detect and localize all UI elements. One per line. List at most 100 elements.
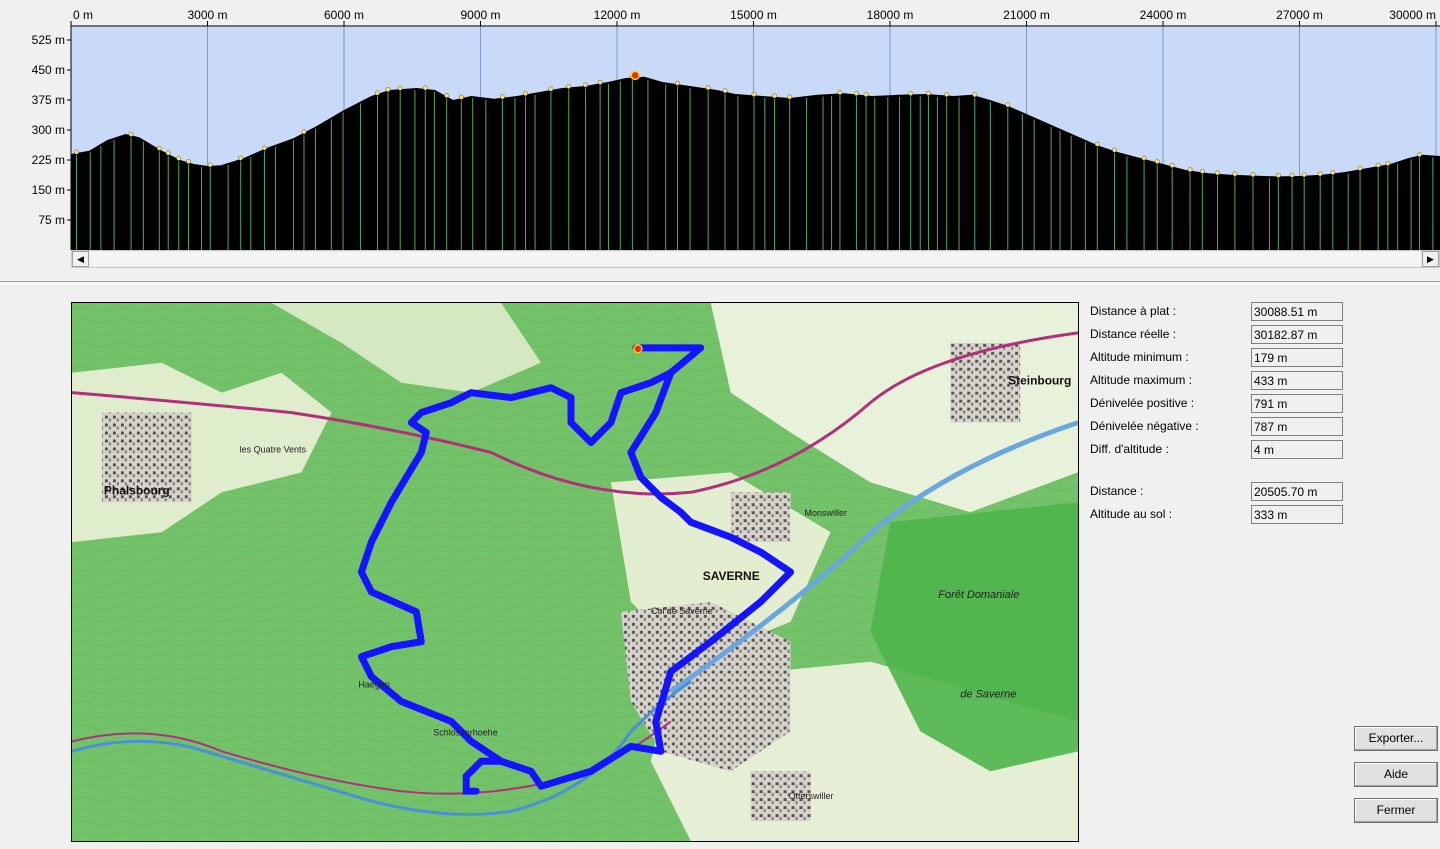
waypoint-dot [1112,147,1117,153]
x-tick-label: 27000 m [1276,8,1323,22]
stat-label: Distance réelle : [1090,327,1177,341]
stat-label: Altitude maximum : [1090,373,1193,387]
stat-value-field[interactable]: 20505.70 m [1251,482,1343,501]
stat-value-field[interactable]: 179 m [1251,348,1343,367]
stat-value-field[interactable]: 30182.87 m [1251,325,1343,344]
stat-value-field[interactable]: 787 m [1251,417,1343,436]
waypoint-dot [972,92,978,98]
stat-altitude-diff: Diff. d'altitude : 4 m [1090,440,1350,460]
waypoint-dot [863,91,869,97]
x-axis-labels: 0 m 3000 m 6000 m 9000 m 12000 m 15000 m 18000… [70,8,1437,26]
waypoint-dot [165,150,171,156]
waypoint-dot [1375,162,1381,168]
stat-distance-real: Distance réelle : 30182.87 m [1090,325,1350,345]
waypoint-dot [675,80,680,86]
stat-elevation-loss: Dénivelée négative : 787 m [1090,417,1350,437]
waypoint-dot [385,87,391,92]
map-label-haegen: Haegen [358,680,389,690]
waypoint-dot [1385,161,1391,166]
map-label-phalsbourg: Phalsbourg [104,483,170,497]
stat-value-field[interactable]: 4 m [1251,440,1343,459]
stat-value-field[interactable]: 333 m [1251,505,1343,524]
waypoint-dot [837,90,843,95]
waypoint-dot [1187,167,1193,173]
scroll-right-arrow-icon[interactable]: ▶ [1422,251,1439,267]
y-tick-label: 150 m [32,183,65,197]
waypoint-dot [1199,168,1205,174]
waypoint-dot [128,131,134,137]
town-monswiller [730,492,791,543]
stat-label: Distance : [1090,484,1144,498]
waypoint-dot [908,91,914,96]
stat-value-field[interactable]: 30088.51 m [1251,302,1343,321]
x-tick-label: 15000 m [730,8,777,22]
y-tick-label: 450 m [32,63,65,77]
y-axis-labels: 525 m 450 m 375 m 300 m 225 m 150 m 75 m [32,33,71,227]
x-tick-label: 6000 m [324,8,364,22]
map-label-steinbourg: Steinbourg [1008,374,1071,388]
stat-label: Altitude au sol : [1090,507,1173,521]
waypoint-dot [458,94,464,100]
waypoint-dot [925,90,931,96]
topographic-map[interactable]: Phalsbourg SAVERNE Steinbourg Monswiller… [71,302,1079,842]
stat-cursor-distance: Distance : 20505.70 m [1090,482,1350,502]
y-tick-label: 75 m [38,213,65,227]
stat-label: Distance à plat : [1090,304,1177,318]
help-button[interactable]: Aide [1354,762,1438,787]
x-tick-label: 30000 m [1389,8,1436,22]
waypoint-dot [156,145,162,151]
map-label-monswiller: Monswiller [805,508,847,518]
stat-altitude-min: Altitude minimum : 179 m [1090,348,1350,368]
track-start-marker [633,344,643,354]
current-position-marker [630,70,640,81]
x-tick-label: 9000 m [460,8,500,22]
waypoint-dot [787,94,793,100]
waypoint-dot [397,85,403,91]
waypoint-dot [1301,172,1307,178]
y-tick-label: 525 m [32,33,65,47]
waypoint-dot [705,85,711,91]
waypoint-dot [262,145,267,151]
waypoint-dot [238,155,244,161]
scroll-thumb[interactable] [90,252,1421,266]
waypoint-dot [772,93,777,99]
panel-splitter[interactable] [0,281,1440,284]
waypoint-dot [1215,170,1221,176]
waypoint-dot [1154,159,1160,164]
waypoint-dot [853,90,859,96]
stat-label: Altitude minimum : [1090,350,1189,364]
map-label-quatre-vents: les Quatre Vents [240,444,307,454]
waypoint-dot [1005,102,1011,108]
waypoint-dot [207,162,213,168]
waypoint-dot [422,85,428,91]
waypoint-dot [74,149,79,155]
x-tick-label: 0 m [73,8,93,22]
x-tick-label: 3000 m [187,8,227,22]
stat-label: Dénivelée négative : [1090,419,1199,433]
waypoint-dot [1289,172,1295,178]
stat-label: Dénivelée positive : [1090,396,1195,410]
stat-label: Diff. d'altitude : [1090,442,1169,456]
close-button[interactable]: Fermer [1354,798,1438,823]
stat-value-field[interactable]: 791 m [1251,394,1343,413]
waypoint-dot [444,92,450,98]
scroll-left-arrow-icon[interactable]: ◀ [72,251,89,267]
x-tick-label: 21000 m [1003,8,1050,22]
waypoint-dot [1275,172,1281,178]
profile-horizontal-scrollbar[interactable]: ◀ ▶ [71,250,1440,268]
map-label-de-saverne: de Saverne [960,689,1016,701]
map-label-otterswiller: Otterswiller [789,791,834,801]
stat-distance-flat: Distance à plat : 30088.51 m [1090,302,1350,322]
y-tick-label: 300 m [32,123,65,137]
waypoint-dot [944,92,950,97]
map-label-col: Col de Saverne [651,606,713,616]
stat-value-field[interactable]: 433 m [1251,371,1343,390]
x-tick-label: 12000 m [594,8,641,22]
map-label-schlosserhoehe: Schlosserhoehe [433,727,497,737]
waypoint-dot [375,90,380,96]
waypoint-dot [1232,171,1238,177]
waypoint-dot [1330,170,1336,175]
export-button[interactable]: Exporter... [1354,726,1438,751]
waypoint-dot [1250,172,1256,178]
map-label-saverne: SAVERNE [703,569,760,583]
